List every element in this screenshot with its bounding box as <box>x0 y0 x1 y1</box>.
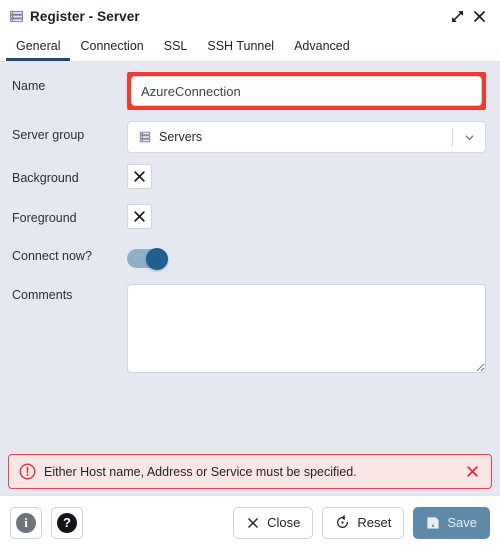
reset-button[interactable]: Reset <box>322 507 404 539</box>
tab-ssl[interactable]: SSL <box>154 33 198 61</box>
save-button-label: Save <box>447 515 477 530</box>
footer-left-group: i ? <box>10 507 83 539</box>
server-group-select[interactable]: Servers <box>127 121 486 153</box>
close-button[interactable]: Close <box>233 507 313 539</box>
name-control <box>127 72 486 110</box>
server-group-control: Servers <box>127 121 486 153</box>
server-group-label: Server group <box>12 121 127 143</box>
close-x-icon <box>246 516 260 530</box>
field-row-foreground: Foreground <box>0 204 500 229</box>
tab-ssh-tunnel[interactable]: SSH Tunnel <box>197 33 284 61</box>
expand-icon[interactable] <box>446 6 468 28</box>
register-server-dialog: Register - Server General Connection SSL… <box>0 0 500 549</box>
name-input[interactable] <box>131 76 482 106</box>
close-icon[interactable] <box>468 6 490 28</box>
tab-advanced[interactable]: Advanced <box>284 33 360 61</box>
dialog-title: Register - Server <box>30 9 140 24</box>
comments-control <box>127 284 486 378</box>
field-row-name: Name <box>0 72 500 110</box>
chevron-down-icon[interactable] <box>453 122 485 152</box>
footer-right-group: Close Reset <box>233 507 490 539</box>
reset-arrow-icon <box>335 515 350 530</box>
field-row-server-group: Server group <box>0 121 500 153</box>
foreground-color-button[interactable] <box>127 204 152 229</box>
background-control <box>127 164 486 189</box>
background-label: Background <box>12 164 127 186</box>
comments-label: Comments <box>12 284 127 303</box>
info-button[interactable]: i <box>10 507 42 539</box>
connect-now-control <box>127 246 486 268</box>
background-color-button[interactable] <box>127 164 152 189</box>
field-row-comments: Comments <box>0 284 500 378</box>
info-icon: i <box>16 513 36 533</box>
tab-general-label: General <box>16 39 60 53</box>
connect-now-label: Connect now? <box>12 246 127 264</box>
dialog-tabs: General Connection SSL SSH Tunnel Advanc… <box>0 33 500 62</box>
save-button[interactable]: Save <box>413 507 490 539</box>
general-tab-panel: Name Server group <box>0 62 500 495</box>
dialog-footer: i ? Close <box>0 495 500 549</box>
help-icon: ? <box>57 513 77 533</box>
tab-ssh-tunnel-label: SSH Tunnel <box>207 39 274 53</box>
dialog-titlebar: Register - Server <box>0 0 500 33</box>
tab-connection-label: Connection <box>80 39 143 53</box>
server-group-value: Servers <box>159 130 452 144</box>
server-stack-icon <box>9 9 24 24</box>
help-button[interactable]: ? <box>51 507 83 539</box>
tab-advanced-label: Advanced <box>294 39 350 53</box>
foreground-label: Foreground <box>12 204 127 226</box>
comments-textarea[interactable] <box>127 284 486 373</box>
clear-color-x-icon <box>132 209 147 224</box>
alert-close-icon[interactable] <box>462 462 482 482</box>
error-alert: Either Host name, Address or Service mus… <box>8 454 492 489</box>
name-label: Name <box>12 72 127 94</box>
tab-ssl-label: SSL <box>164 39 188 53</box>
connect-now-toggle[interactable] <box>127 249 167 268</box>
reset-button-label: Reset <box>357 515 391 530</box>
exclamation-circle-icon <box>19 463 36 480</box>
close-button-label: Close <box>267 515 300 530</box>
toggle-knob <box>146 248 168 270</box>
name-highlight-ring <box>127 72 486 110</box>
server-group-icon <box>138 130 152 144</box>
tab-connection[interactable]: Connection <box>70 33 153 61</box>
alert-container: Either Host name, Address or Service mus… <box>0 454 500 495</box>
error-alert-message: Either Host name, Address or Service mus… <box>44 465 462 479</box>
foreground-control <box>127 204 486 229</box>
field-row-connect-now: Connect now? <box>0 246 500 268</box>
field-row-background: Background <box>0 164 500 189</box>
clear-color-x-icon <box>132 169 147 184</box>
tab-general[interactable]: General <box>6 33 70 61</box>
floppy-disk-icon <box>426 516 440 530</box>
